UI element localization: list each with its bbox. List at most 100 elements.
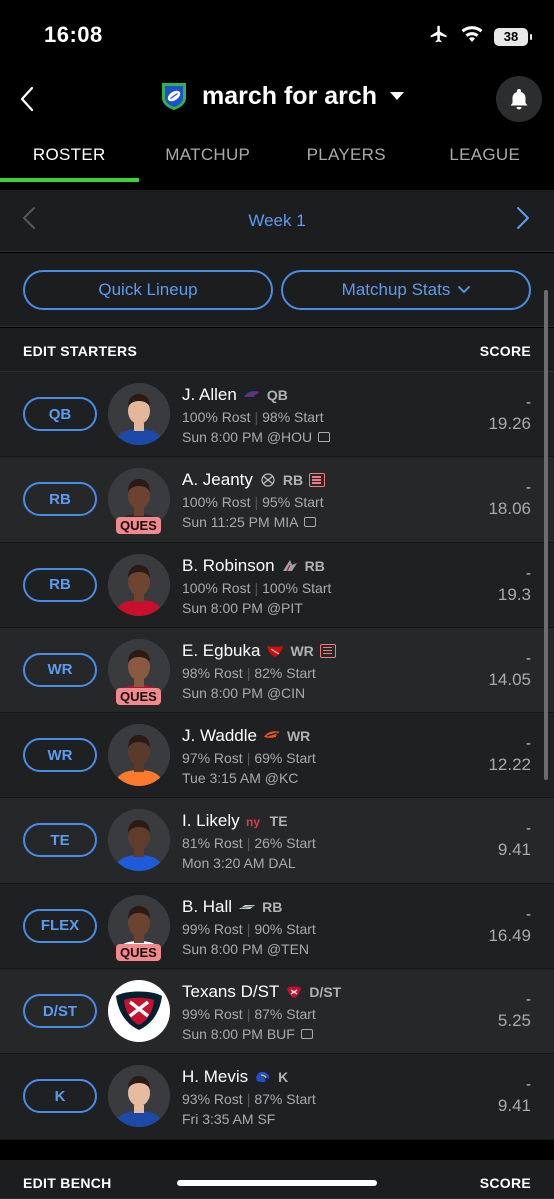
injury-status-badge: QUES [116, 687, 161, 705]
player-position: RB [282, 472, 304, 489]
player-position: RB [304, 557, 325, 574]
buccaneers-icon [266, 644, 284, 658]
projected-score-dash: - [526, 394, 531, 411]
rostered-percent: 99% Rost [182, 920, 243, 937]
player-headshot[interactable] [108, 724, 170, 787]
score-column-label: SCORE [479, 343, 531, 359]
ownership-stats: 93% Rost | 87% Start [182, 1089, 316, 1109]
player-row[interactable]: RB B. Robinson RB 100% Rost | 100% Start Sun 8… [0, 542, 554, 628]
tv-icon [304, 517, 317, 528]
player-name[interactable]: H. Mevis [182, 1067, 248, 1087]
player-headshot[interactable] [108, 383, 170, 445]
news-icon[interactable] [309, 473, 326, 488]
projected-score-dash: - [526, 905, 531, 923]
player-name[interactable]: J. Allen [182, 385, 237, 405]
edit-starters-label[interactable]: EDIT STARTERS [23, 343, 137, 359]
stat-divider: | [246, 920, 251, 937]
back-button[interactable] [12, 84, 42, 114]
game-info: Mon 3:20 AM DAL [182, 853, 316, 873]
projected-score-dash: - [526, 735, 531, 753]
player-info: B. Hall RB 99% Rost | 90% Start Sun 8:00 PM @… [182, 896, 316, 959]
player-name[interactable]: E. Egbuka [182, 641, 260, 661]
matchup-stats-button[interactable]: Matchup Stats [281, 270, 531, 310]
started-percent: 87% Start [254, 1091, 316, 1108]
chevron-left-icon [20, 86, 34, 112]
player-name-line: E. Egbuka WR [182, 640, 336, 662]
player-position: WR [286, 728, 311, 745]
quick-lineup-button[interactable]: Quick Lineup [23, 270, 273, 310]
player-row[interactable]: K H. Mevis K 93% Rost | 87% Start Fri 3:35 AM … [0, 1054, 554, 1140]
player-row[interactable]: QB J. Allen QB 100% Rost | 98% Start Sun 8:00 … [0, 372, 554, 458]
lineup-slot-button[interactable]: RB [23, 567, 97, 602]
player-name[interactable]: B. Hall [182, 897, 232, 917]
player-position: RB [262, 898, 283, 915]
player-position: QB [266, 387, 288, 403]
tv-icon [318, 432, 331, 442]
lineup-slot-button[interactable]: K [23, 1079, 97, 1114]
lineup-slot-button[interactable]: QB [23, 397, 97, 431]
started-percent: 87% Start [254, 1006, 316, 1023]
player-headshot[interactable] [108, 809, 170, 872]
player-info: I. Likely ny TE 81% Rost | 26% Start Mon 3:20 … [182, 810, 316, 873]
bell-icon [510, 89, 528, 110]
started-percent: 100% Start [262, 579, 332, 596]
lineup-slot-button[interactable]: WR [23, 652, 97, 687]
news-icon[interactable] [319, 643, 336, 658]
player-name-line: J. Allen QB [182, 384, 330, 406]
lineup-slot-button[interactable]: D/ST [23, 994, 97, 1029]
player-name[interactable]: A. Jeanty [182, 470, 253, 490]
bench-score-column-label: SCORE [479, 1175, 531, 1191]
league-logo-icon [162, 83, 186, 110]
stat-divider: | [246, 835, 251, 852]
player-name[interactable]: Texans D/ST [182, 982, 279, 1002]
player-name-line: Texans D/ST D/ST [182, 981, 341, 1003]
tab-players[interactable]: PLAYERS [277, 132, 416, 182]
player-headshot[interactable] [108, 1065, 170, 1128]
player-position: D/ST [309, 984, 342, 1001]
player-name-line: B. Robinson RB [182, 555, 331, 577]
ownership-stats: 100% Rost | 98% Start [182, 407, 330, 427]
player-row[interactable]: FLEX QUES B. Hall RB 99% Rost | 90% Start Sun 8… [0, 883, 554, 970]
next-week-button[interactable] [516, 206, 530, 235]
tab-league[interactable]: LEAGUE [416, 132, 554, 182]
player-headshot[interactable] [108, 553, 170, 616]
lineup-slot-button[interactable]: RB [23, 482, 97, 517]
scrollbar[interactable] [544, 290, 548, 780]
home-indicator[interactable] [177, 1180, 377, 1186]
tab-roster[interactable]: ROSTER [0, 132, 139, 182]
rostered-percent: 100% Rost [182, 494, 251, 511]
player-row[interactable]: D/ST Texans D/ST D/ST 99% Rost | 87% Start Sun… [0, 969, 554, 1055]
tab-matchup[interactable]: MATCHUP [139, 132, 278, 182]
player-headshot[interactable] [108, 980, 170, 1043]
player-row[interactable]: WR J. Waddle WR 97% Rost | 69% Start Tue 3:15 … [0, 713, 554, 799]
player-row[interactable]: RB QUES A. Jeanty RB 100% Rost | 95% Start Sun … [0, 457, 554, 543]
player-name[interactable]: J. Waddle [182, 726, 257, 746]
game-time: Sun 8:00 PM @TEN [182, 940, 310, 957]
player-info: J. Allen QB 100% Rost | 98% Start Sun 8:00 PM… [182, 384, 331, 447]
battery-icon: 38 [494, 27, 532, 46]
player-row[interactable]: WR QUES E. Egbuka WR 98% Rost | 82% Start Sun 8… [0, 627, 554, 714]
week-label[interactable]: Week 1 [0, 211, 554, 231]
player-info: E. Egbuka WR 98% Rost | 82% Start Sun 8:00 PM… [182, 640, 336, 703]
projected-score: 19.3 [497, 584, 531, 604]
notifications-button[interactable] [496, 76, 542, 122]
lineup-slot-button[interactable]: WR [23, 738, 97, 773]
player-name-line: A. Jeanty RB [182, 469, 326, 491]
falcons-icon [281, 559, 299, 573]
lineup-slot-button[interactable]: FLEX [23, 908, 97, 943]
player-name[interactable]: B. Robinson [182, 556, 275, 576]
started-percent: 90% Start [254, 920, 316, 937]
lineup-slot-button[interactable]: TE [23, 823, 97, 858]
projected-score-dash: - [526, 991, 531, 1009]
player-info: J. Waddle WR 97% Rost | 69% Start Tue 3:15 AM… [182, 725, 316, 788]
game-time: Sun 8:00 PM @CIN [182, 684, 306, 701]
started-percent: 98% Start [262, 409, 324, 425]
player-name[interactable]: I. Likely [182, 811, 240, 831]
player-row[interactable]: TE I. Likely ny TE 81% Rost | 26% Start Mon 3:2… [0, 798, 554, 884]
projected-score: 16.49 [488, 925, 531, 945]
rostered-percent: 100% Rost [182, 579, 251, 596]
edit-bench-label[interactable]: EDIT BENCH [23, 1175, 112, 1191]
stat-divider: | [254, 409, 259, 425]
rostered-percent: 98% Rost [182, 664, 243, 681]
league-selector[interactable]: march for arch [158, 80, 405, 112]
